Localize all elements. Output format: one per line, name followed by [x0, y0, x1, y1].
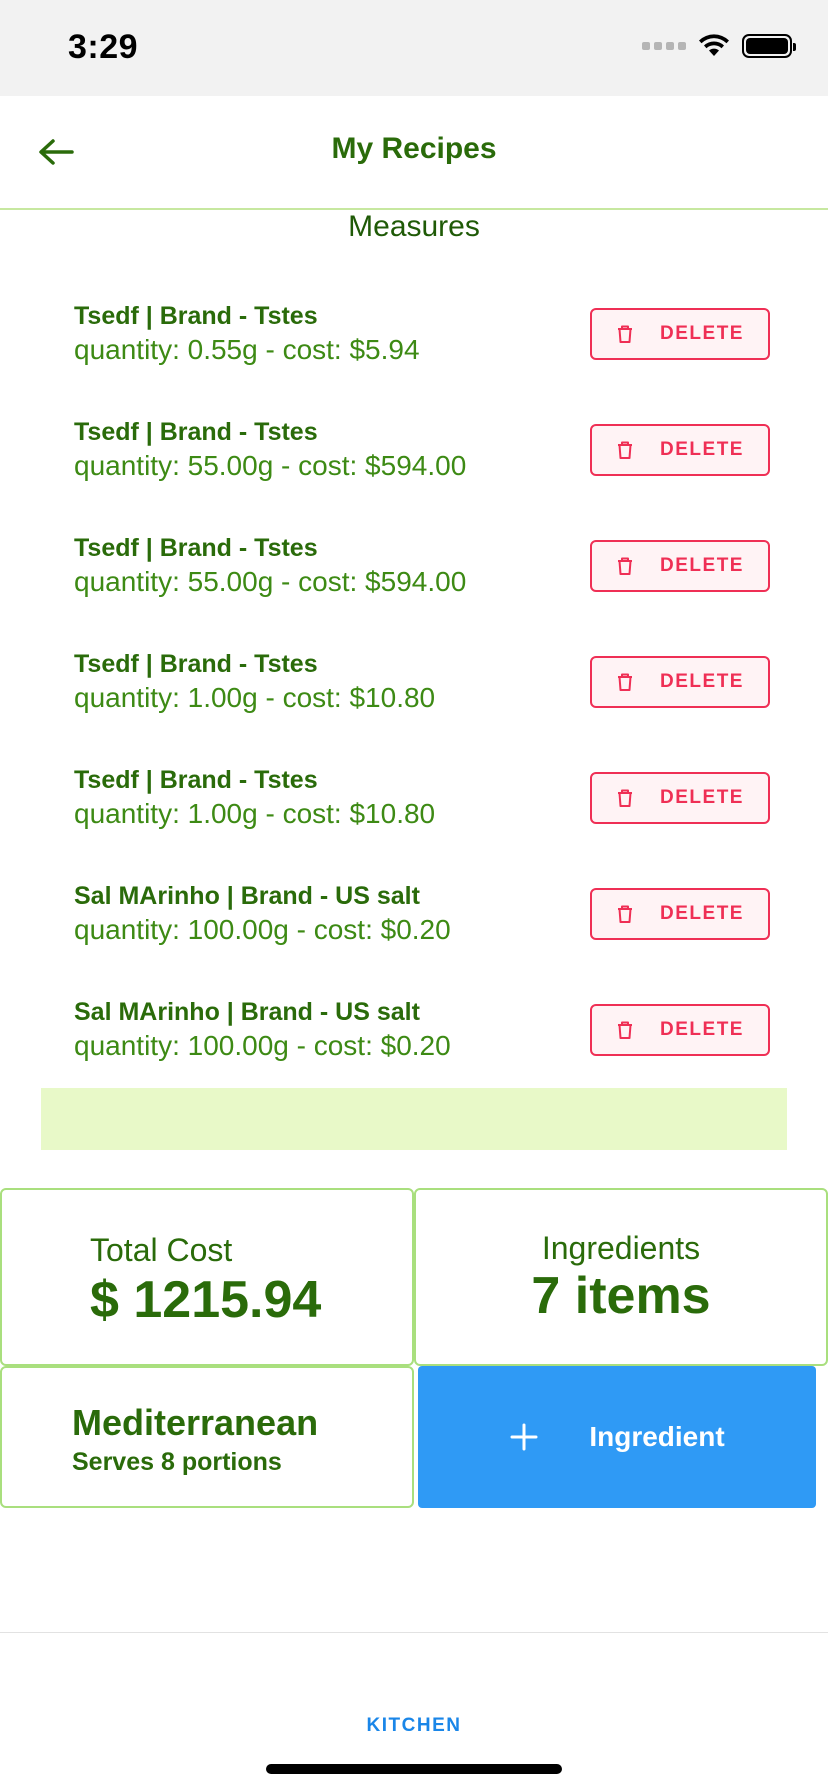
- measure-detail: quantity: 55.00g - cost: $594.00: [74, 566, 467, 597]
- measure-name: Sal MArinho | Brand - US salt: [74, 882, 420, 910]
- serves-text: Serves 8 portions: [72, 1448, 282, 1476]
- delete-button[interactable]: DELETE: [590, 424, 770, 476]
- status-time: 3:29: [68, 28, 139, 66]
- list-item: Tsedf | Brand - Tstes quantity: 0.55g - …: [40, 282, 788, 398]
- list-item: Tsedf | Brand - Tstes quantity: 1.00g - …: [40, 630, 788, 746]
- delete-label: DELETE: [660, 439, 744, 460]
- delete-button[interactable]: DELETE: [590, 888, 770, 940]
- add-ingredient-label: Ingredient: [589, 1421, 725, 1452]
- measure-detail: quantity: 100.00g - cost: $0.20: [74, 1030, 451, 1061]
- delete-button[interactable]: DELETE: [590, 540, 770, 592]
- cuisine-name: Mediterranean: [72, 1402, 319, 1443]
- list-item: Tsedf | Brand - Tstes quantity: 55.00g -…: [40, 514, 788, 630]
- trash-icon: [618, 441, 633, 459]
- cuisine-card: Mediterranean Serves 8 portions: [0, 1366, 414, 1508]
- ingredients-label: Ingredients: [541, 1230, 701, 1266]
- delete-button[interactable]: DELETE: [590, 772, 770, 824]
- delete-button[interactable]: DELETE: [590, 656, 770, 708]
- app-header: My Recipes: [0, 96, 828, 210]
- trash-icon: [618, 325, 633, 343]
- list-item: Sal MArinho | Brand - US salt quantity: …: [40, 978, 788, 1094]
- measure-detail: quantity: 1.00g - cost: $10.80: [74, 682, 436, 713]
- tab-kitchen[interactable]: KITCHEN: [0, 1715, 828, 1737]
- trash-icon: [618, 673, 633, 691]
- measures-list: Tsedf | Brand - Tstes quantity: 0.55g - …: [40, 282, 788, 1094]
- status-icons: [642, 34, 796, 58]
- measure-name: Tsedf | Brand - Tstes: [74, 534, 318, 562]
- ingredients-count: 7 items: [531, 1267, 711, 1325]
- delete-button[interactable]: DELETE: [590, 1004, 770, 1056]
- measure-detail: quantity: 100.00g - cost: $0.20: [74, 914, 451, 945]
- status-bar: 3:29: [0, 0, 828, 96]
- total-cost-value: $ 1215.94: [90, 1271, 322, 1329]
- trash-icon: [618, 789, 633, 807]
- total-cost-label: Total Cost: [90, 1232, 233, 1268]
- trash-icon: [618, 905, 633, 923]
- trash-icon: [618, 557, 633, 575]
- add-ingredient-button[interactable]: Ingredient: [418, 1366, 816, 1508]
- home-indicator: [266, 1764, 562, 1774]
- delete-label: DELETE: [660, 555, 744, 576]
- battery-icon: [742, 34, 796, 58]
- measure-name: Tsedf | Brand - Tstes: [74, 418, 318, 446]
- delete-label: DELETE: [660, 787, 744, 808]
- delete-label: DELETE: [660, 1019, 744, 1040]
- total-cost-card: Total Cost $ 1215.94: [0, 1188, 414, 1366]
- ingredients-card: Ingredients 7 items: [414, 1188, 828, 1366]
- measure-name: Tsedf | Brand - Tstes: [74, 302, 318, 330]
- list-footer-band: [41, 1088, 787, 1150]
- list-item: Tsedf | Brand - Tstes quantity: 55.00g -…: [40, 398, 788, 514]
- delete-label: DELETE: [660, 903, 744, 924]
- list-item: Tsedf | Brand - Tstes quantity: 1.00g - …: [40, 746, 788, 862]
- delete-label: DELETE: [660, 323, 744, 344]
- measure-name: Sal MArinho | Brand - US salt: [74, 998, 420, 1026]
- wifi-icon: [699, 34, 729, 56]
- measure-name: Tsedf | Brand - Tstes: [74, 766, 318, 794]
- list-item: Sal MArinho | Brand - US salt quantity: …: [40, 862, 788, 978]
- trash-icon: [618, 1021, 633, 1039]
- delete-label: DELETE: [660, 671, 744, 692]
- measure-detail: quantity: 55.00g - cost: $594.00: [74, 450, 467, 481]
- plus-icon: [510, 1423, 538, 1451]
- section-title: Measures: [348, 210, 480, 243]
- signal-icon: [642, 42, 686, 50]
- page-title: My Recipes: [331, 132, 497, 165]
- measure-detail: quantity: 1.00g - cost: $10.80: [74, 798, 436, 829]
- measure-name: Tsedf | Brand - Tstes: [74, 650, 318, 678]
- delete-button[interactable]: DELETE: [590, 308, 770, 360]
- measure-detail: quantity: 0.55g - cost: $5.94: [74, 334, 420, 365]
